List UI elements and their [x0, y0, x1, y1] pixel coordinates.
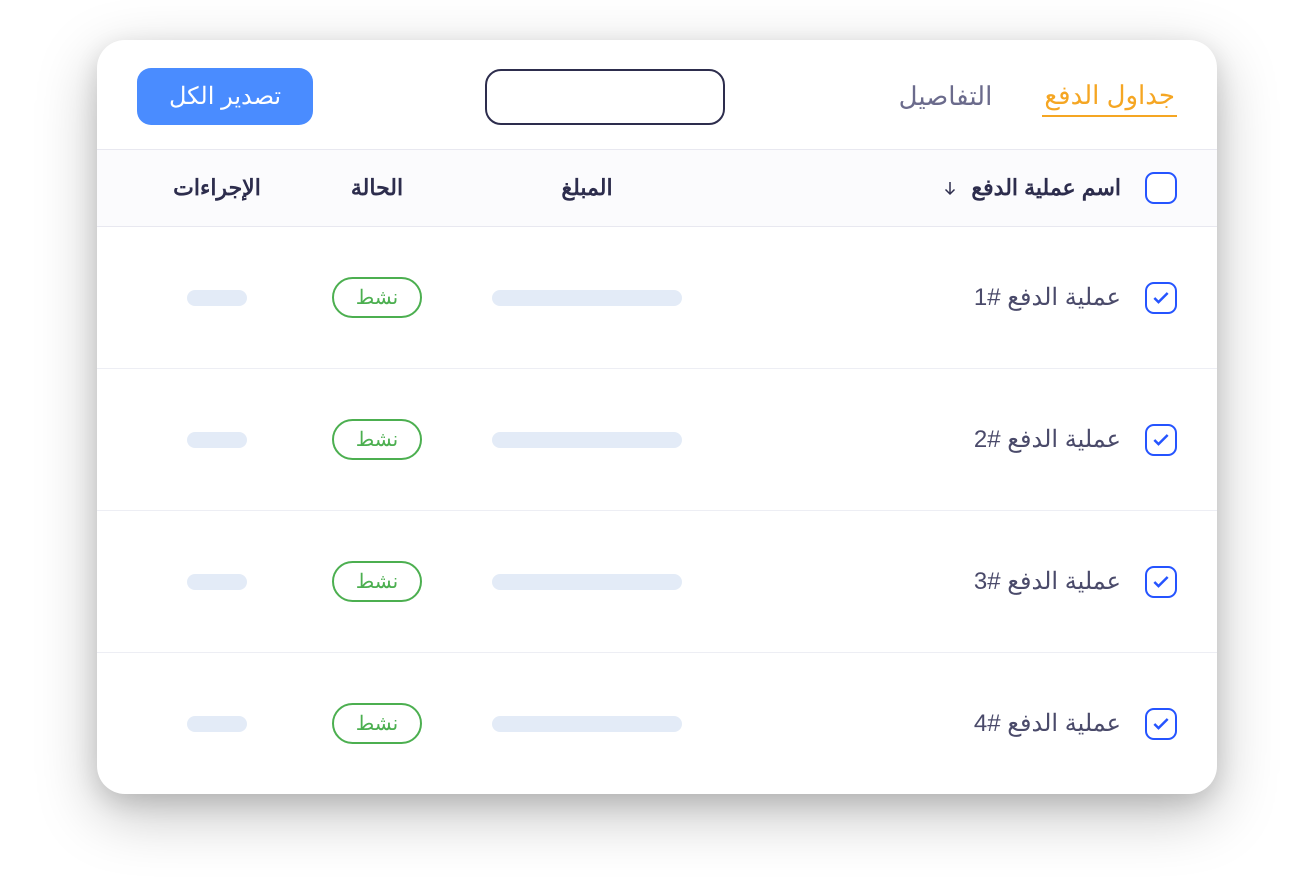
- search-input[interactable]: [465, 86, 697, 107]
- amount-placeholder: [492, 716, 682, 732]
- column-label-amount: المبلغ: [561, 175, 612, 201]
- column-header-status: الحالة: [297, 175, 457, 201]
- column-label-name: اسم عملية الدفع: [971, 175, 1121, 201]
- amount-placeholder: [492, 432, 682, 448]
- status-badge: نشط: [332, 703, 422, 744]
- tab-payment-schedules[interactable]: جداول الدفع: [1042, 76, 1177, 117]
- row-checkbox[interactable]: [1145, 566, 1177, 598]
- actions-placeholder: [187, 574, 247, 590]
- column-header-actions: الإجراءات: [137, 175, 297, 201]
- actions-placeholder: [187, 716, 247, 732]
- search-box[interactable]: [485, 69, 725, 125]
- status-badge: نشط: [332, 419, 422, 460]
- actions-placeholder: [187, 432, 247, 448]
- tab-details[interactable]: التفاصيل: [897, 77, 995, 116]
- payment-name: عملية الدفع #1: [974, 283, 1121, 312]
- table-row: عملية الدفع #3 نشط: [97, 511, 1217, 653]
- select-all-checkbox[interactable]: [1145, 172, 1177, 204]
- column-label-status: الحالة: [351, 175, 403, 201]
- column-header-amount: المبلغ: [457, 175, 717, 201]
- payment-name: عملية الدفع #3: [974, 567, 1121, 596]
- tabs: جداول الدفع التفاصيل: [897, 76, 1177, 117]
- payments-card: جداول الدفع التفاصيل تصدير الكل اسم عملي…: [97, 40, 1217, 794]
- table-row: عملية الدفع #1 نشط: [97, 227, 1217, 369]
- table-row: عملية الدفع #2 نشط: [97, 369, 1217, 511]
- sort-arrow-icon: [941, 179, 959, 197]
- row-checkbox[interactable]: [1145, 424, 1177, 456]
- card-header: جداول الدفع التفاصيل تصدير الكل: [97, 40, 1217, 149]
- status-badge: نشط: [332, 277, 422, 318]
- row-checkbox[interactable]: [1145, 282, 1177, 314]
- amount-placeholder: [492, 574, 682, 590]
- column-header-select: [1121, 172, 1177, 204]
- table-row: عملية الدفع #4 نشط: [97, 653, 1217, 794]
- search-container: [345, 69, 865, 125]
- export-all-button[interactable]: تصدير الكل: [137, 68, 313, 125]
- actions-placeholder: [187, 290, 247, 306]
- column-label-actions: الإجراءات: [173, 175, 261, 201]
- status-badge: نشط: [332, 561, 422, 602]
- amount-placeholder: [492, 290, 682, 306]
- payment-name: عملية الدفع #4: [974, 709, 1121, 738]
- table-header-row: اسم عملية الدفع المبلغ الحالة الإجراءات: [97, 149, 1217, 227]
- column-header-name[interactable]: اسم عملية الدفع: [717, 175, 1121, 201]
- row-checkbox[interactable]: [1145, 708, 1177, 740]
- payment-name: عملية الدفع #2: [974, 425, 1121, 454]
